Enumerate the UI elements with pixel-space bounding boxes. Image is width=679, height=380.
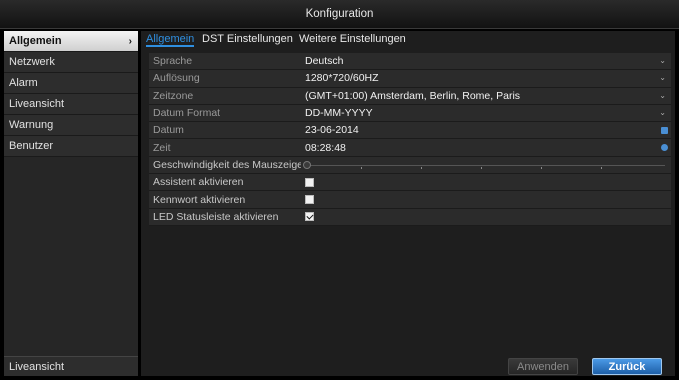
sidebar-item-warnung[interactable]: Warnung: [4, 115, 138, 136]
timezone-row: Zeitzone (GMT+01:00) Amsterdam, Berlin, …: [149, 87, 671, 105]
sidebar-item-alarm[interactable]: Alarm: [4, 73, 138, 94]
date-format-select[interactable]: DD-MM-YYYY ⌄: [301, 105, 671, 121]
settings-list: Sprache Deutsch ⌄ Auflösung 1280*720/60H…: [149, 53, 671, 226]
sidebar-item-benutzer[interactable]: Benutzer: [4, 136, 138, 157]
sidebar-liveansicht-button[interactable]: Liveansicht: [4, 356, 138, 376]
wizard-label: Assistent aktivieren: [153, 176, 244, 189]
tab-weitere-einstellungen[interactable]: Weitere Einstellungen: [299, 33, 406, 45]
date-row: Datum 23-06-2014: [149, 122, 671, 140]
resolution-value: 1280*720/60HZ: [305, 72, 379, 85]
chevron-down-icon: ⌄: [659, 56, 666, 65]
led-checkbox[interactable]: [305, 212, 314, 222]
sidebar-item-label: Benutzer: [9, 140, 54, 152]
slider-tick: [481, 166, 482, 169]
password-label: Kennwort aktivieren: [153, 193, 246, 206]
sidebar-item-liveansicht[interactable]: Liveansicht: [4, 94, 138, 115]
language-value: Deutsch: [305, 55, 344, 68]
led-label: LED Statusleiste aktivieren: [153, 210, 279, 223]
slider-tick: [601, 166, 602, 169]
date-value: 23-06-2014: [305, 124, 359, 137]
wizard-checkbox[interactable]: [305, 177, 314, 187]
timezone-select[interactable]: (GMT+01:00) Amsterdam, Berlin, Rome, Par…: [301, 88, 671, 104]
chevron-down-icon: ⌄: [659, 107, 666, 117]
back-button[interactable]: Zurück: [592, 358, 662, 375]
slider-tick: [421, 166, 422, 169]
date-format-row: Datum Format DD-MM-YYYY ⌄: [149, 104, 671, 123]
mouse-speed-row: Geschwindigkeit des Mauszeigers: [149, 156, 671, 175]
date-label: Datum: [153, 124, 184, 137]
resolution-select[interactable]: 1280*720/60HZ ⌄: [301, 70, 671, 86]
tab-dst-einstellungen[interactable]: DST Einstellungen: [202, 33, 293, 45]
chevron-down-icon: ⌄: [659, 73, 666, 83]
chevron-right-icon: ›: [128, 36, 132, 47]
time-field[interactable]: 08:28:48: [301, 139, 671, 155]
slider-thumb[interactable]: [303, 160, 311, 169]
calendar-icon[interactable]: [661, 127, 668, 135]
tab-allgemein[interactable]: Allgemein: [146, 33, 195, 47]
window-title: Konfiguration: [0, 0, 679, 29]
chevron-down-icon: ⌄: [659, 90, 666, 100]
mouse-speed-slider[interactable]: [301, 157, 671, 173]
wizard-row: Assistent aktivieren: [149, 174, 671, 192]
sidebar-item-label: Netzwerk: [9, 56, 55, 68]
apply-button[interactable]: Anwenden: [508, 358, 578, 375]
date-format-value: DD-MM-YYYY: [305, 107, 373, 120]
time-value: 08:28:48: [305, 141, 346, 154]
date-field[interactable]: 23-06-2014: [301, 122, 671, 138]
slider-tick: [541, 166, 542, 169]
timezone-label: Zeitzone: [153, 89, 194, 102]
clock-icon[interactable]: [661, 144, 668, 152]
slider-tick: [361, 166, 362, 169]
time-label: Zeit: [153, 141, 171, 154]
time-row: Zeit 08:28:48: [149, 139, 671, 157]
led-row: LED Statusleiste aktivieren: [149, 208, 671, 226]
sidebar-item-label: Liveansicht: [9, 98, 65, 110]
password-row: Kennwort aktivieren: [149, 191, 671, 209]
sidebar-item-label: Allgemein: [9, 35, 62, 47]
date-format-label: Datum Format: [153, 107, 221, 120]
mouse-speed-label: Geschwindigkeit des Mauszeigers: [153, 158, 301, 171]
sidebar-item-netzwerk[interactable]: Netzwerk: [4, 52, 138, 73]
slider-track[interactable]: [305, 164, 665, 166]
sidebar-item-allgemein[interactable]: Allgemein ›: [4, 31, 138, 52]
timezone-value: (GMT+01:00) Amsterdam, Berlin, Rome, Par…: [305, 89, 521, 102]
language-row: Sprache Deutsch ⌄: [149, 53, 671, 71]
language-select[interactable]: Deutsch ⌄: [301, 53, 671, 69]
resolution-label: Auflösung: [153, 72, 200, 85]
sidebar: Allgemein › Netzwerk Alarm Liveansicht W…: [4, 31, 138, 376]
sidebar-item-label: Warnung: [9, 119, 54, 131]
settings-panel: Allgemein DST Einstellungen Weitere Eins…: [141, 31, 675, 376]
resolution-row: Auflösung 1280*720/60HZ ⌄: [149, 70, 671, 88]
language-label: Sprache: [153, 55, 193, 68]
tab-bar: Allgemein DST Einstellungen Weitere Eins…: [141, 31, 675, 48]
sidebar-item-label: Alarm: [9, 77, 38, 89]
password-checkbox[interactable]: [305, 195, 314, 205]
